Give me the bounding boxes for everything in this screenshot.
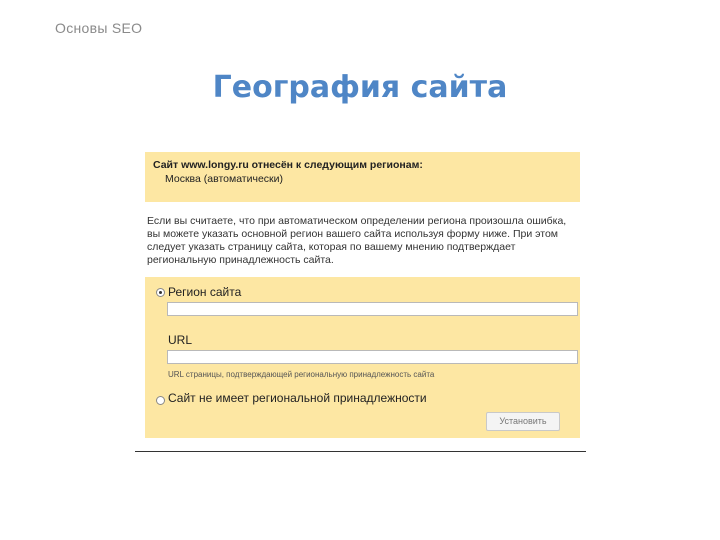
url-hint: URL страницы, подтверждающей региональну… xyxy=(168,370,435,379)
notice-region: Москва (автоматически) xyxy=(165,173,283,185)
region-form: Регион сайта URL URL страницы, подтвержд… xyxy=(145,277,580,438)
region-notice: Сайт www.longy.ru отнесён к следующим ре… xyxy=(145,152,580,202)
slide-title: География сайта xyxy=(212,70,508,105)
no-region-option-label: Сайт не имеет региональной принадлежност… xyxy=(168,391,427,405)
submit-button[interactable]: Установить xyxy=(486,412,560,431)
region-radio[interactable] xyxy=(156,288,165,297)
region-option-label: Регион сайта xyxy=(168,285,242,299)
divider xyxy=(135,451,586,452)
no-region-radio[interactable] xyxy=(156,396,165,405)
region-input[interactable] xyxy=(167,302,578,316)
header-label: Основы SEO xyxy=(55,20,143,36)
url-label: URL xyxy=(168,333,193,347)
notice-line: Сайт www.longy.ru отнесён к следующим ре… xyxy=(153,159,423,171)
url-input[interactable] xyxy=(167,350,578,364)
description-text: Если вы считаете, что при автоматическом… xyxy=(147,215,567,266)
